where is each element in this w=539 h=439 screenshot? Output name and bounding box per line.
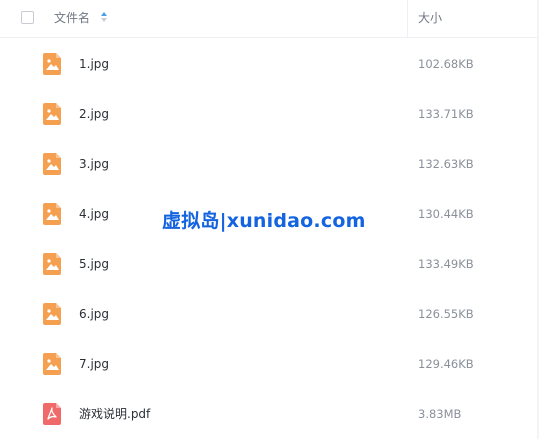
file-size: 126.55KB xyxy=(418,307,474,321)
file-list-header: 文件名 大小 xyxy=(0,0,539,38)
image-file-icon xyxy=(43,253,61,275)
column-divider[interactable] xyxy=(407,0,408,37)
file-row[interactable]: 6.jpg 126.55KB xyxy=(0,289,539,339)
file-row[interactable]: 2.jpg 133.71KB xyxy=(0,89,539,139)
pdf-file-icon xyxy=(43,403,61,425)
file-row[interactable]: 3.jpg 132.63KB xyxy=(0,139,539,189)
file-name[interactable]: 1.jpg xyxy=(79,56,109,72)
file-name[interactable]: 4.jpg xyxy=(79,206,109,222)
file-row[interactable]: 7.jpg 129.46KB xyxy=(0,339,539,389)
file-size: 133.49KB xyxy=(418,257,474,271)
file-row[interactable]: 1.jpg 102.68KB xyxy=(0,39,539,89)
file-name[interactable]: 游戏说明.pdf xyxy=(79,406,150,422)
file-name[interactable]: 7.jpg xyxy=(79,356,109,372)
file-name[interactable]: 5.jpg xyxy=(79,256,109,272)
file-row[interactable]: 5.jpg 133.49KB xyxy=(0,239,539,289)
file-name[interactable]: 2.jpg xyxy=(79,106,109,122)
image-file-icon xyxy=(43,153,61,175)
image-file-icon xyxy=(43,53,61,75)
file-row[interactable]: 游戏说明.pdf 3.83MB xyxy=(0,389,539,439)
file-size: 130.44KB xyxy=(418,207,474,221)
file-size: 3.83MB xyxy=(418,407,462,421)
watermark-text: 虚拟岛|xunidao.com xyxy=(162,210,366,232)
image-file-icon xyxy=(43,353,61,375)
sort-arrows-icon[interactable] xyxy=(100,11,108,23)
image-file-icon xyxy=(43,103,61,125)
file-size: 132.63KB xyxy=(418,157,474,171)
file-size: 102.68KB xyxy=(418,57,474,71)
image-file-icon xyxy=(43,303,61,325)
column-header-name[interactable]: 文件名 xyxy=(54,10,90,26)
file-name[interactable]: 3.jpg xyxy=(79,156,109,172)
file-size: 133.71KB xyxy=(418,107,474,121)
file-name[interactable]: 6.jpg xyxy=(79,306,109,322)
select-all-checkbox[interactable] xyxy=(21,11,34,24)
file-list-panel: 文件名 大小 1.jpg 102.68KB 2.jpg 133.71KB 3.jpg 13… xyxy=(0,0,539,439)
column-header-size[interactable]: 大小 xyxy=(418,10,442,26)
file-size: 129.46KB xyxy=(418,357,474,371)
image-file-icon xyxy=(43,203,61,225)
